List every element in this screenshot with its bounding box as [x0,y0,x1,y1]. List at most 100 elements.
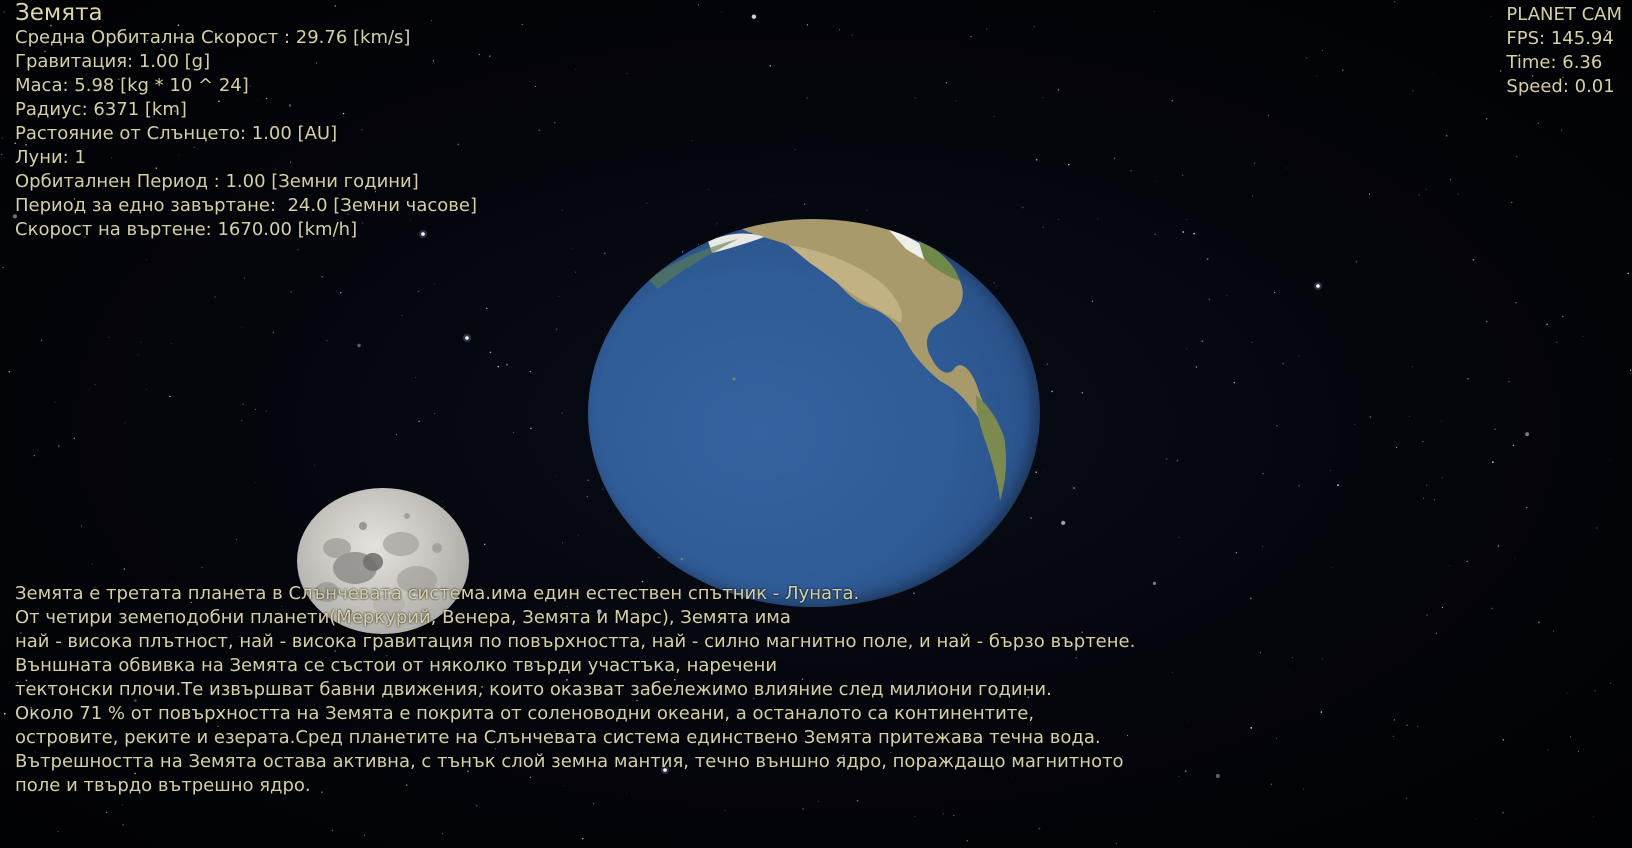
star [434,413,436,415]
star [1172,672,1173,674]
description-line: поле и твърдо вътрешно ядро. [15,775,311,796]
star [1417,726,1419,728]
star [1467,377,1469,380]
star [1115,843,1117,845]
star [364,834,366,836]
stat-moons: Луни: 1 [15,147,86,168]
fps-counter: FPS: 145.94 [1506,28,1614,49]
star [57,830,59,833]
star [396,433,398,435]
star [1393,719,1396,721]
star [1422,441,1424,443]
star [1270,783,1272,785]
star [1208,298,1210,300]
star [1268,114,1270,116]
star [1250,597,1252,599]
star [1178,536,1180,538]
star [1355,261,1358,263]
star [1171,99,1174,102]
star [1395,446,1398,449]
star [1497,545,1500,548]
star [1566,692,1568,694]
star [1425,484,1428,486]
star [1262,473,1264,475]
star [1235,552,1238,554]
star [1289,670,1290,671]
star [331,829,334,831]
star [554,122,556,124]
star [953,814,955,817]
star [489,351,492,354]
star [1423,497,1425,499]
star [534,85,537,88]
star [1494,428,1496,431]
star [140,341,142,343]
star [1515,155,1518,158]
star [81,525,83,527]
star [1250,727,1253,729]
star [1178,776,1180,778]
star [442,833,443,835]
earth-continents [648,219,1007,561]
star [1097,218,1099,220]
star [1411,366,1414,368]
star [521,24,523,26]
description-line: Земята е третата планета в Слънчевата си… [15,583,860,604]
star [433,283,435,285]
star [1441,477,1443,479]
star [1442,606,1444,609]
star [1081,392,1084,394]
star [1436,632,1438,634]
star [1561,129,1563,131]
star [357,343,361,348]
star [489,55,491,57]
star [1393,0,1396,3]
stat-rotation-period: Период за едно завъртане: 24.0 [Земни ча… [15,195,477,216]
description-line: Около 71 % от повърхността на Земята е п… [15,703,1035,724]
description-line: Вътрешността на Земята остава активна, с… [15,751,1124,772]
star [806,24,809,26]
star [942,813,944,815]
star [561,209,563,211]
star [1195,366,1198,368]
star [572,248,574,249]
star [1499,70,1502,72]
star [1061,520,1066,526]
star [1433,499,1435,501]
earth-planet[interactable] [588,219,1040,607]
star [73,437,75,439]
star [1206,258,1209,260]
star [697,4,700,6]
star [1298,355,1300,357]
time-readout: Time: 6.36 [1506,52,1603,73]
description-line: От четири земеподобни планети(Меркурий, … [15,607,791,628]
star [326,339,328,342]
star [401,315,403,316]
star [856,799,859,802]
star [321,275,324,278]
star [1502,739,1505,741]
star [646,202,648,204]
star [3,11,5,13]
star [340,292,342,294]
star [33,454,36,457]
star [3,712,6,715]
star [1042,226,1044,228]
star [538,129,540,131]
star [94,384,96,386]
stat-radius: Радиус: 6371 [km] [15,99,187,120]
star [1556,341,1558,343]
star [1526,506,1528,508]
star [108,336,110,338]
star [577,534,579,536]
star [57,445,60,447]
star [483,543,486,546]
star [415,377,416,378]
space-scene[interactable]: Земята Средна Орбитална Скорост : 29.76 … [0,0,1632,848]
bright-star [465,336,469,340]
star [530,427,532,430]
star [691,139,693,141]
stat-orbital-period: Орбиталнен Период : 1.00 [Земни години] [15,171,419,192]
star [1515,302,1517,304]
star [241,420,243,422]
